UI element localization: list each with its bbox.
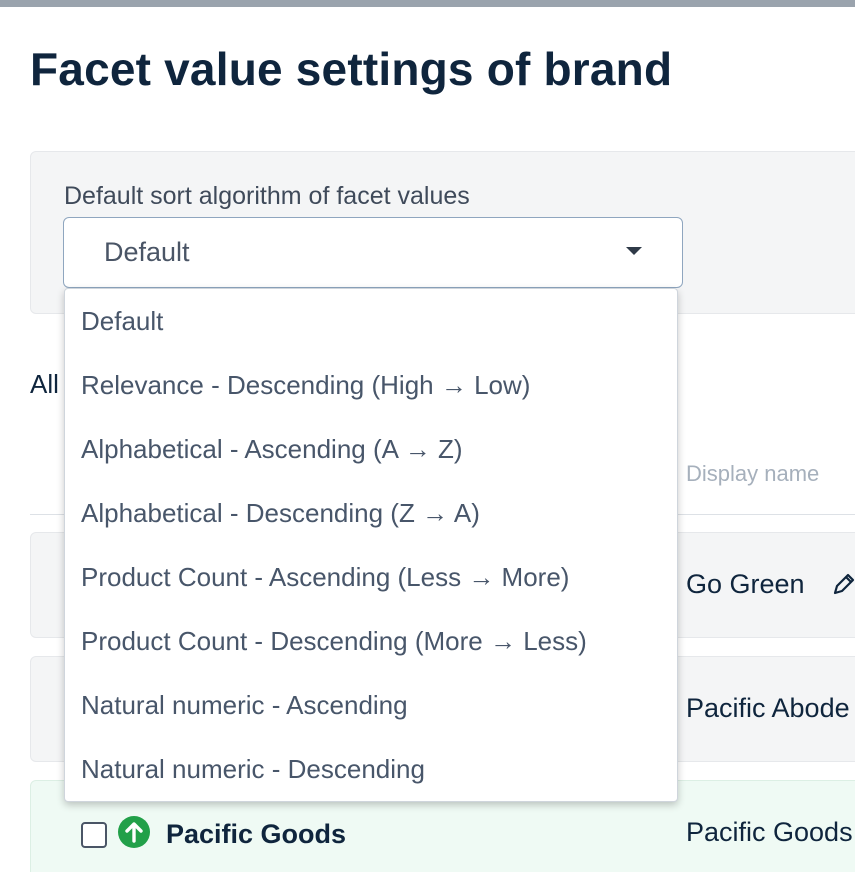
sort-algorithm-dropdown: Default Relevance - Descending (High → L…	[64, 288, 678, 802]
dropdown-option-numeric-desc[interactable]: Natural numeric - Descending	[65, 737, 677, 801]
dropdown-option-alpha-asc[interactable]: Alphabetical - Ascending (A → Z)	[65, 417, 677, 481]
page-title: Facet value settings of brand	[30, 43, 673, 95]
column-header-display-name[interactable]: Display name	[686, 461, 819, 487]
select-value: Default	[104, 237, 190, 267]
sort-algorithm-label: Default sort algorithm of facet values	[64, 182, 470, 210]
dropdown-option-relevance-desc[interactable]: Relevance - Descending (High → Low)	[65, 353, 677, 417]
row-display-name: Pacific Abode	[686, 693, 850, 723]
row-display-name: Pacific Goods	[686, 817, 853, 847]
chevron-down-icon	[626, 247, 642, 255]
top-bar	[0, 0, 855, 7]
row-checkbox[interactable]	[81, 822, 107, 848]
dropdown-option-alpha-desc[interactable]: Alphabetical - Descending (Z → A)	[65, 481, 677, 545]
dropdown-option-default[interactable]: Default	[65, 289, 677, 353]
arrow-up-circle-icon	[117, 815, 151, 849]
pencil-icon[interactable]	[831, 571, 855, 597]
row-display-name: Go Green	[686, 569, 805, 599]
row-name: Pacific Goods	[166, 819, 347, 849]
pencil-svg	[833, 573, 855, 595]
all-label: All	[30, 369, 59, 399]
sort-algorithm-select[interactable]: Default	[63, 217, 683, 288]
dropdown-option-count-asc[interactable]: Product Count - Ascending (Less → More)	[65, 545, 677, 609]
dropdown-option-count-desc[interactable]: Product Count - Descending (More → Less)	[65, 609, 677, 673]
dropdown-option-numeric-asc[interactable]: Natural numeric - Ascending	[65, 673, 677, 737]
arrow-up-svg	[118, 816, 150, 848]
